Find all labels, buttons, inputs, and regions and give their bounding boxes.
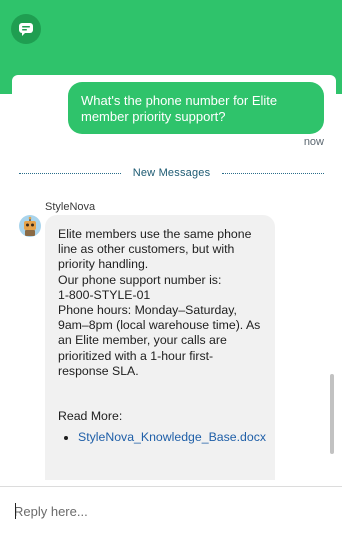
reply-input[interactable] (14, 497, 324, 525)
read-more-label: Read More: (58, 409, 123, 424)
conversation-scrollbar[interactable] (330, 374, 334, 454)
bot-phone-number: 1-800-STYLE-01 (58, 287, 151, 302)
source-link-list: StyleNova_Knowledge_Base.docx (66, 430, 266, 445)
bot-message-bubble: Elite members use the same phone line as… (45, 215, 275, 480)
user-message-bubble: What's the phone number for Elite member… (68, 82, 324, 134)
user-message-timestamp: now (303, 136, 324, 148)
robot-avatar-icon (19, 215, 41, 237)
bot-name: StyleNova (45, 201, 96, 213)
text-cursor (15, 503, 16, 519)
bot-message-line: Our phone support number is: (58, 272, 222, 287)
bubble-spacer (58, 379, 263, 409)
new-messages-label: New Messages (132, 167, 211, 179)
conversation-panel: What's the phone number for Elite member… (12, 75, 336, 480)
divider-line-right (222, 172, 325, 174)
composer (0, 486, 342, 534)
knowledge-base-link[interactable]: StyleNova_Knowledge_Base.docx (78, 430, 266, 444)
new-messages-divider: New Messages (19, 165, 325, 181)
bot-message-line: Elite members use the same phone line as… (58, 227, 252, 272)
chat-bubble-icon (11, 14, 41, 44)
source-link-item: StyleNova_Knowledge_Base.docx (78, 430, 266, 445)
divider-line-left (19, 172, 121, 174)
user-message-text: What's the phone number for Elite member… (81, 93, 278, 124)
bot-message-line: Phone hours: Monday–Saturday, 9am–8pm (l… (58, 303, 261, 378)
